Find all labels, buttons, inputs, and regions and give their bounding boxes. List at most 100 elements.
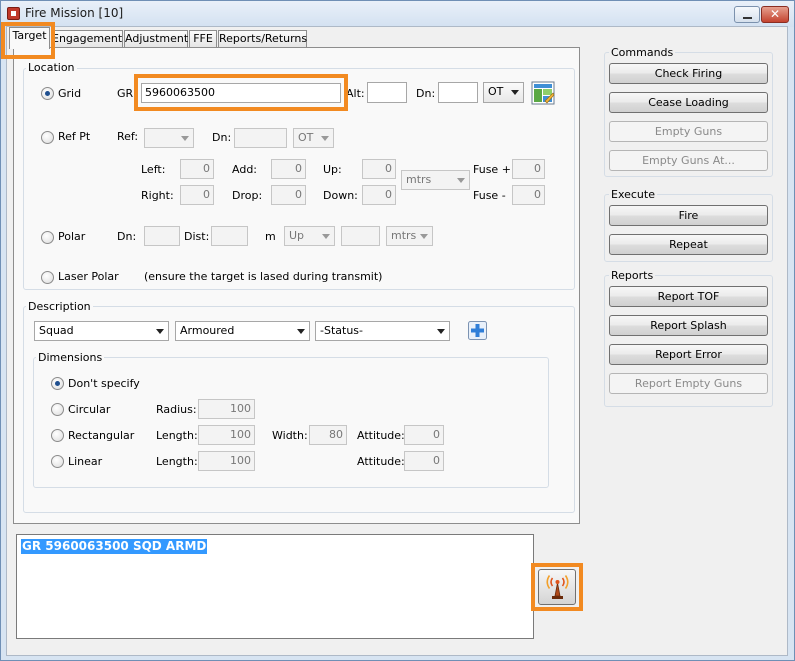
target-status-dropdown[interactable]: -Status- — [315, 321, 450, 341]
chevron-down-icon — [511, 90, 519, 95]
fuse-minus-input[interactable]: 0 — [512, 185, 545, 205]
target-type-dropdown[interactable]: Armoured — [175, 321, 310, 341]
location-legend: Location — [26, 61, 77, 74]
close-icon[interactable]: ✕ — [761, 6, 789, 23]
polar-units-value: mtrs — [391, 229, 417, 242]
chevron-down-icon — [437, 329, 445, 334]
refpt-units-value: mtrs — [406, 173, 432, 186]
refpt-ot-value: OT — [298, 131, 314, 144]
chevron-down-icon — [457, 178, 465, 183]
report-splash-button[interactable]: Report Splash — [609, 315, 768, 336]
drop-label: Drop: — [232, 189, 263, 202]
dist-label: Dist: — [184, 230, 210, 243]
title-bar: Fire Mission [10] ✕ — [1, 1, 794, 27]
add-icon[interactable] — [468, 321, 487, 340]
chevron-down-icon — [321, 136, 329, 141]
fuse-minus-label: Fuse - — [473, 189, 506, 202]
execute-legend: Execute — [609, 188, 657, 201]
refpt-label: Ref Pt — [58, 130, 91, 143]
grid-dn-label: Dn: — [416, 87, 436, 100]
ref-label: Ref: — [117, 130, 139, 143]
rect-attitude-label: Attitude: — [357, 429, 405, 442]
width-label: Width: — [272, 429, 308, 442]
rect-attitude-input[interactable]: 0 — [404, 425, 444, 445]
cease-loading-button[interactable]: Cease Loading — [609, 92, 768, 113]
dist-input[interactable] — [211, 226, 248, 246]
app-icon — [7, 7, 20, 20]
add-label: Add: — [232, 163, 258, 176]
right-input[interactable]: 0 — [180, 185, 214, 205]
polar-dn-label: Dn: — [117, 230, 137, 243]
target-size-value: Squad — [39, 324, 74, 337]
rectangular-radio[interactable] — [51, 429, 64, 442]
reports-legend: Reports — [609, 269, 656, 282]
up-input[interactable]: 0 — [362, 159, 396, 179]
minimize-icon[interactable] — [734, 6, 760, 23]
width-input[interactable]: 80 — [309, 425, 347, 445]
dont-specify-label: Don't specify — [68, 377, 140, 390]
laser-polar-note: (ensure the target is lased during trans… — [144, 270, 383, 283]
alt-input[interactable] — [367, 82, 407, 103]
polar-dn-input[interactable] — [144, 226, 180, 246]
linear-attitude-label: Attitude: — [357, 455, 405, 468]
report-tof-button[interactable]: Report TOF — [609, 286, 768, 307]
laser-polar-radio[interactable] — [41, 271, 54, 284]
dimensions-legend: Dimensions — [36, 351, 105, 364]
message-preview-box[interactable]: GR 5960063500 SQD ARMD — [16, 534, 534, 639]
polar-label: Polar — [58, 230, 86, 243]
message-text: GR 5960063500 SQD ARMD — [21, 539, 208, 554]
left-input[interactable]: 0 — [180, 159, 214, 179]
gr-input-highlight — [134, 74, 348, 111]
report-empty-guns-button[interactable]: Report Empty Guns — [609, 373, 768, 394]
tab-target[interactable]: Target — [9, 27, 50, 49]
map-picker-icon[interactable] — [531, 81, 555, 105]
dont-specify-radio[interactable] — [51, 377, 64, 390]
refpt-dn-input[interactable] — [234, 128, 287, 148]
up-label: Up: — [323, 163, 342, 176]
grid-label: Grid — [58, 87, 82, 100]
polar-amount-input[interactable] — [341, 226, 380, 246]
target-type-value: Armoured — [180, 324, 235, 337]
empty-guns-button[interactable]: Empty Guns — [609, 121, 768, 142]
refpt-ot-dropdown[interactable]: OT — [293, 128, 334, 148]
radius-label: Radius: — [156, 403, 197, 416]
tab-ffe[interactable]: FFE — [189, 30, 217, 47]
polar-units-dropdown[interactable]: mtrs — [386, 226, 433, 246]
refpt-radio[interactable] — [41, 131, 54, 144]
target-status-value: -Status- — [320, 324, 363, 337]
chevron-down-icon — [322, 234, 330, 239]
window-title: Fire Mission [10] — [25, 6, 124, 20]
check-firing-button[interactable]: Check Firing — [609, 63, 768, 84]
fire-button[interactable]: Fire — [609, 205, 768, 226]
tab-engagement[interactable]: Engagement — [51, 30, 123, 47]
rect-length-input[interactable]: 100 — [198, 425, 255, 445]
add-input[interactable]: 0 — [271, 159, 306, 179]
circular-radio[interactable] — [51, 403, 64, 416]
linear-length-input[interactable]: 100 — [198, 451, 255, 471]
drop-input[interactable]: 0 — [271, 185, 306, 205]
report-error-button[interactable]: Report Error — [609, 344, 768, 365]
alt-label: Alt: — [346, 87, 365, 100]
grid-ot-dropdown[interactable]: OT — [483, 82, 524, 103]
linear-attitude-input[interactable]: 0 — [404, 451, 444, 471]
fuse-plus-input[interactable]: 0 — [512, 159, 545, 179]
linear-length-label: Length: — [156, 455, 198, 468]
circular-label: Circular — [68, 403, 111, 416]
target-size-dropdown[interactable]: Squad — [34, 321, 169, 341]
down-label: Down: — [323, 189, 358, 202]
refpt-units-dropdown[interactable]: mtrs — [401, 170, 470, 190]
refpt-dn-label: Dn: — [212, 131, 232, 144]
chevron-down-icon — [297, 329, 305, 334]
ref-dropdown[interactable] — [144, 128, 194, 148]
polar-updown-dropdown[interactable]: Up — [284, 226, 335, 246]
grid-radio[interactable] — [41, 87, 54, 100]
linear-radio[interactable] — [51, 455, 64, 468]
tab-adjustment[interactable]: Adjustment — [124, 30, 188, 47]
polar-radio[interactable] — [41, 231, 54, 244]
grid-dn-input[interactable] — [438, 82, 478, 103]
empty-guns-at-button[interactable]: Empty Guns At... — [609, 150, 768, 171]
repeat-button[interactable]: Repeat — [609, 234, 768, 255]
tab-reports-returns[interactable]: Reports/Returns — [218, 30, 307, 47]
radius-input[interactable]: 100 — [198, 399, 255, 419]
down-input[interactable]: 0 — [362, 185, 396, 205]
